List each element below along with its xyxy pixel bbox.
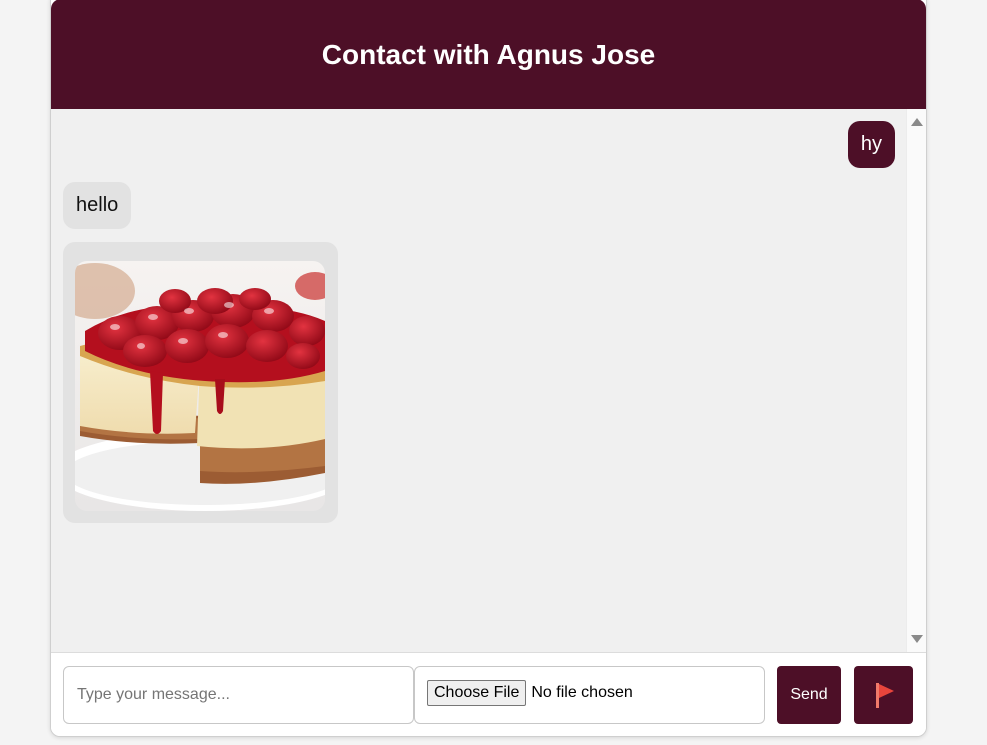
red-flag-icon	[875, 683, 894, 708]
chat-window: Contact with Agnus Jose hy hello Type yo…	[50, 0, 927, 737]
outgoing-message: hy	[847, 121, 895, 168]
scroll-down-arrow-icon[interactable]	[910, 635, 923, 643]
message-composer: Choose File No file chosen Send	[51, 652, 926, 736]
send-button[interactable]: Send	[777, 666, 841, 724]
file-status-text: No file chosen	[531, 684, 633, 701]
cheesecake-image[interactable]	[75, 261, 325, 511]
chat-title: Contact with Agnus Jose	[321, 39, 656, 70]
message-scrollbar[interactable]	[906, 109, 926, 652]
scroll-up-arrow-icon[interactable]	[910, 118, 923, 126]
message-list: hy hello	[51, 109, 907, 652]
message-input[interactable]	[63, 666, 414, 724]
report-button[interactable]	[854, 666, 913, 724]
chat-header: Contact with Agnus Jose	[51, 0, 926, 109]
choose-file-button[interactable]: Choose File	[427, 680, 527, 706]
incoming-message: hello	[63, 182, 132, 229]
file-input[interactable]: Choose File No file chosen	[414, 666, 765, 724]
incoming-image-message[interactable]	[63, 242, 338, 523]
